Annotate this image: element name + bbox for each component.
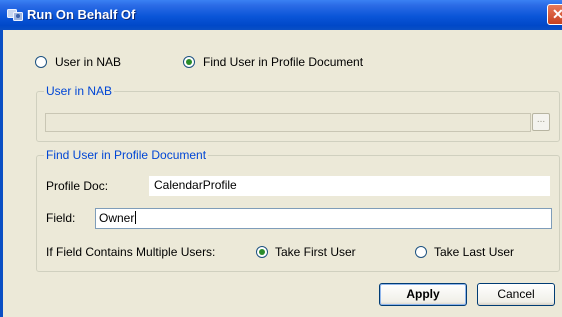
radio-take-first-user[interactable] — [256, 246, 268, 258]
apply-button[interactable]: Apply — [379, 283, 467, 306]
nab-browse-button[interactable]: ... — [532, 113, 550, 131]
group-profile-document-legend: Find User in Profile Document — [44, 148, 209, 162]
cancel-button[interactable]: Cancel — [477, 283, 555, 306]
title-bar: Run On Behalf Of ✕ — [0, 0, 562, 30]
field-name-value: Owner — [99, 211, 135, 225]
radio-take-last-user[interactable] — [415, 246, 427, 258]
window-title: Run On Behalf Of — [27, 7, 136, 22]
field-label: Field: — [46, 211, 76, 225]
profile-doc-value: CalendarProfile — [154, 178, 237, 192]
close-icon: ✕ — [552, 6, 562, 22]
radio-find-user-in-profile-label[interactable]: Find User in Profile Document — [203, 55, 363, 69]
group-user-in-nab-legend: User in NAB — [44, 84, 115, 98]
radio-user-in-nab[interactable] — [35, 56, 47, 68]
radio-user-in-nab-label[interactable]: User in NAB — [55, 55, 121, 69]
field-name-input[interactable]: Owner — [95, 208, 552, 229]
text-caret — [135, 211, 137, 224]
profile-doc-field[interactable]: CalendarProfile — [149, 176, 550, 196]
window-frame-left — [0, 30, 3, 317]
radio-find-user-in-profile[interactable] — [183, 56, 195, 68]
radio-take-first-user-label[interactable]: Take First User — [275, 245, 356, 259]
run-on-behalf-icon — [7, 9, 23, 21]
profile-doc-label: Profile Doc: — [46, 179, 109, 193]
browse-ellipsis-icon: ... — [536, 114, 546, 125]
nab-user-field — [45, 113, 531, 132]
close-button[interactable]: ✕ — [547, 4, 562, 25]
radio-take-last-user-label[interactable]: Take Last User — [434, 245, 514, 259]
multi-users-label: If Field Contains Multiple Users: — [46, 245, 216, 259]
